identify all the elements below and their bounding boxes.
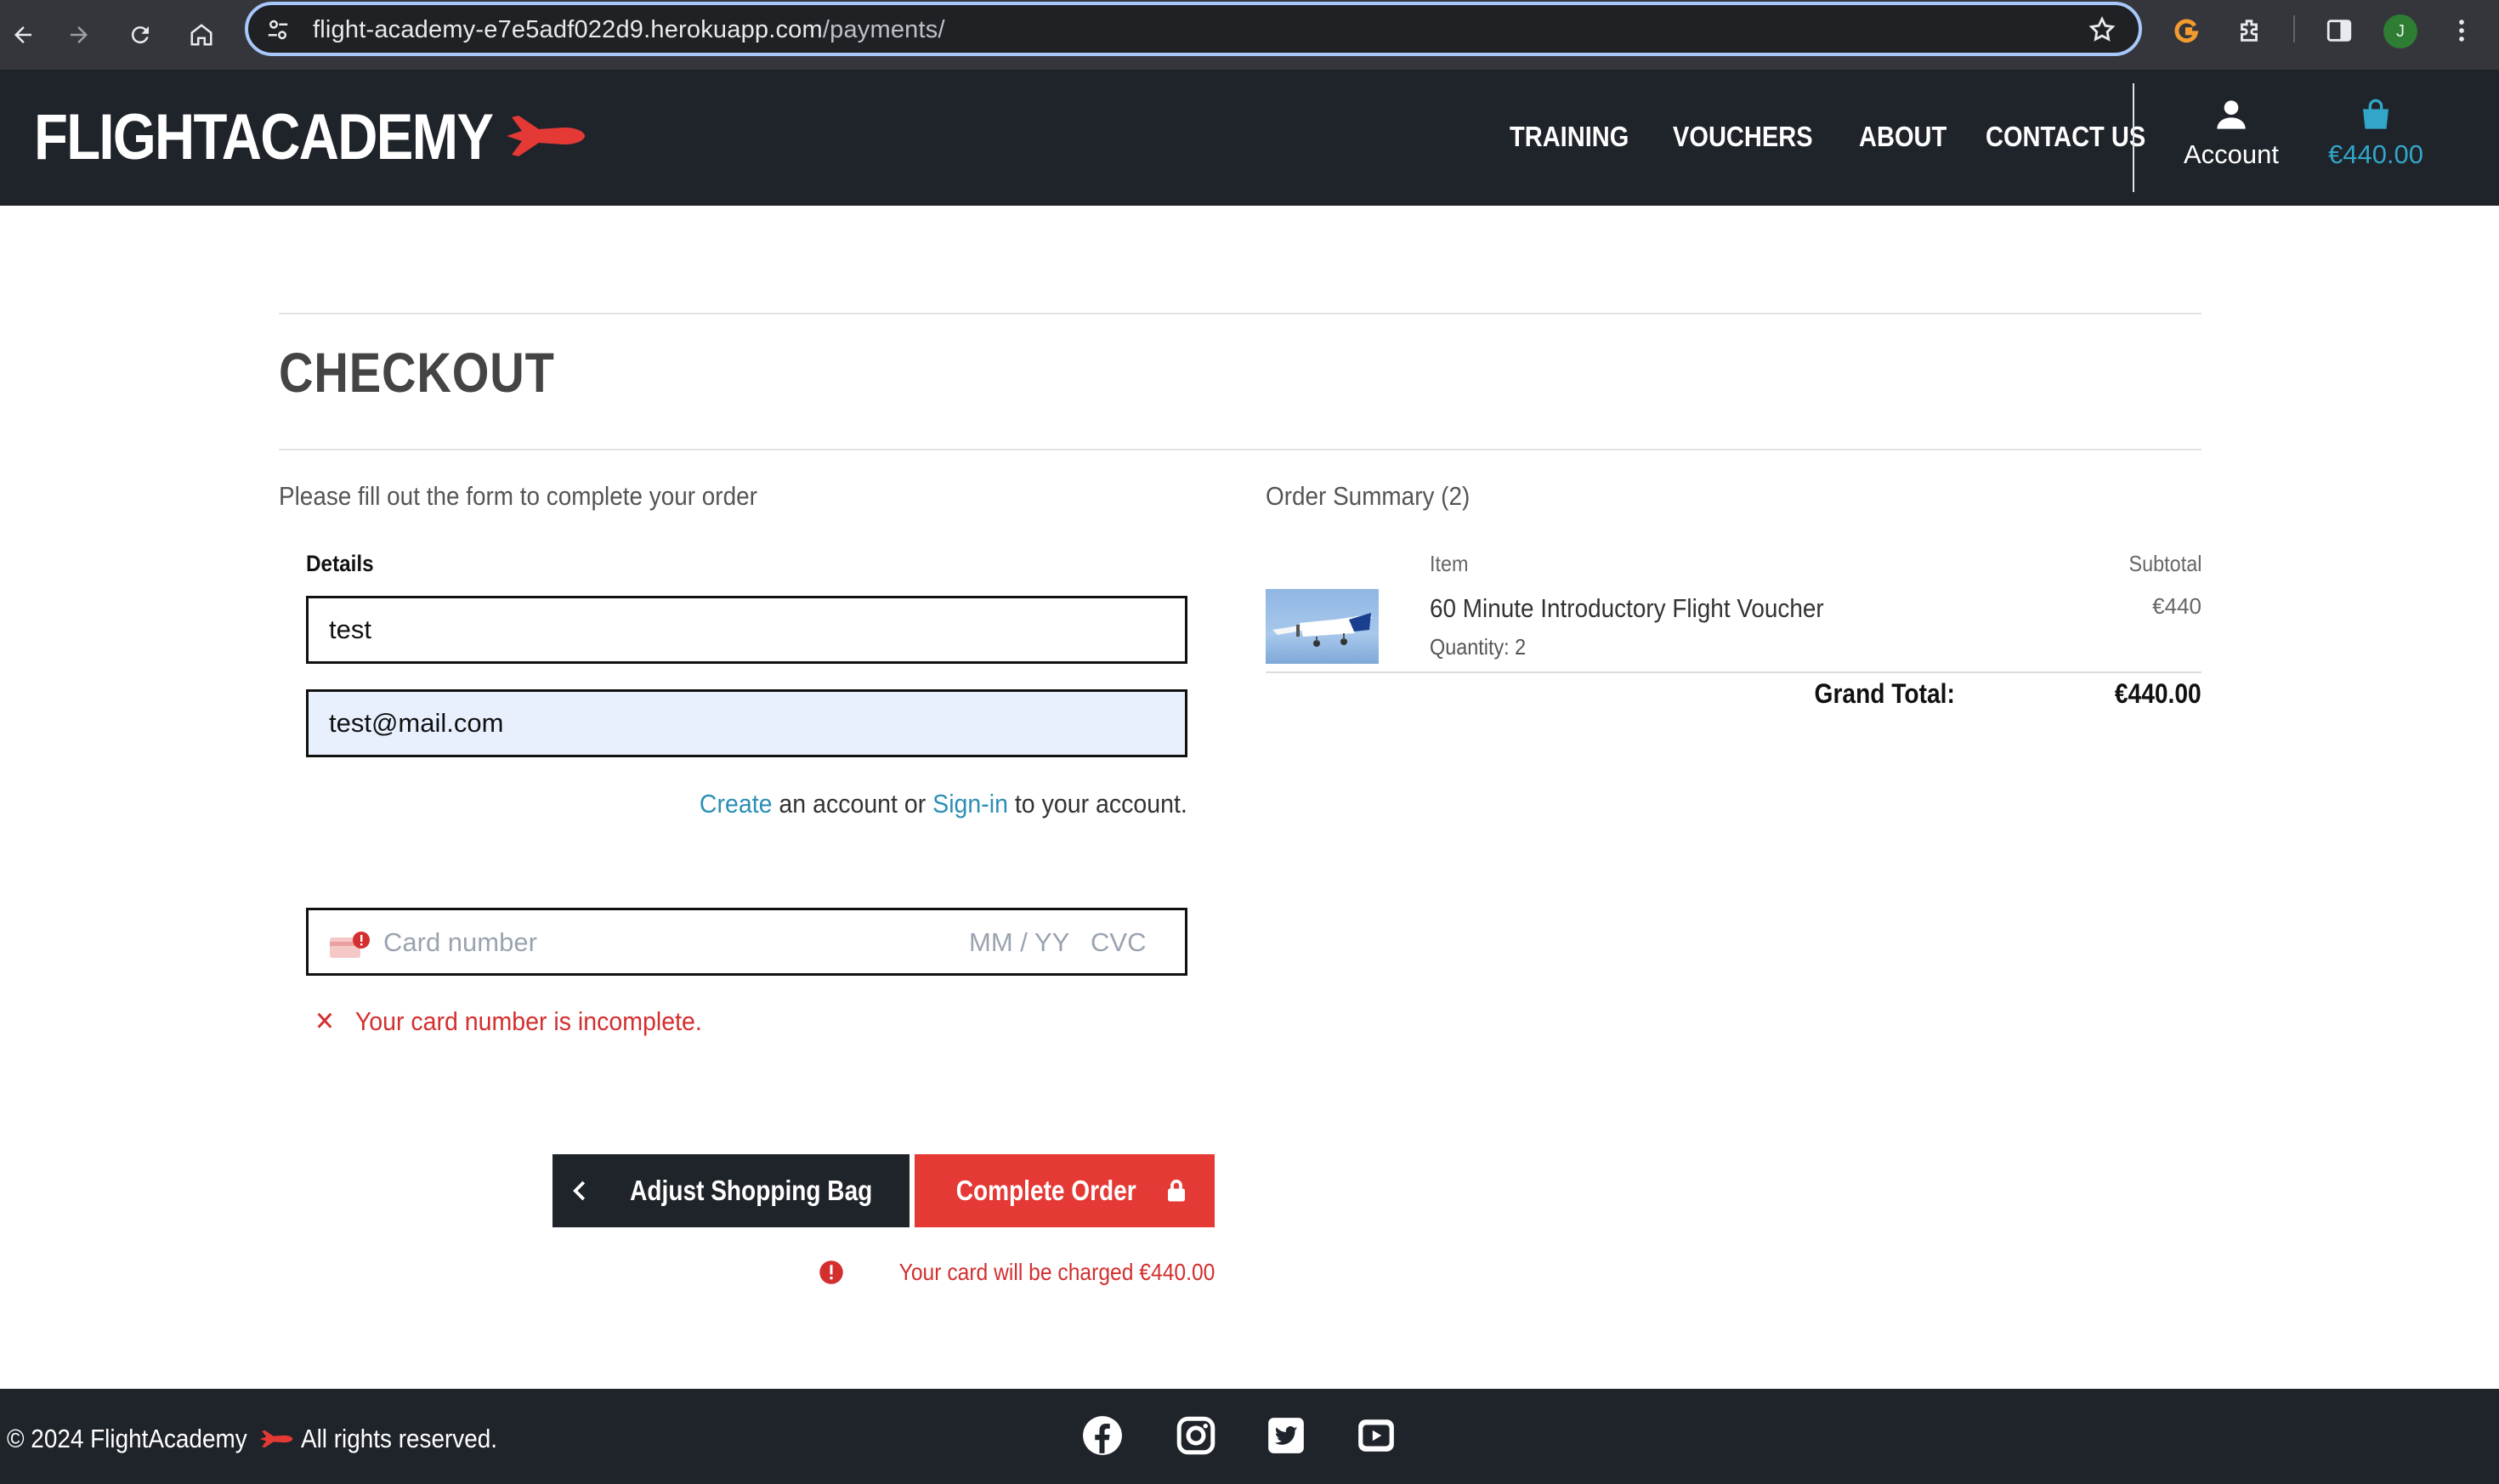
copyright-post: All rights reserved. bbox=[301, 1424, 498, 1453]
complete-order-label: Complete Order bbox=[955, 1175, 1136, 1206]
adjust-bag-button[interactable]: Adjust Shopping Bag bbox=[552, 1154, 910, 1227]
reload-icon bbox=[131, 26, 149, 44]
card-element[interactable]: Card number MM / YY CVC bbox=[306, 908, 1187, 976]
nav-vouchers[interactable]: VOUCHERS bbox=[1673, 121, 1813, 153]
summary-divider bbox=[1266, 671, 2202, 673]
site-header: FLIGHTACADEMY TRAINING VOUCHERS ABOUT CO… bbox=[0, 70, 2499, 206]
url-path: /payments/ bbox=[822, 16, 945, 43]
full-name-input[interactable]: test bbox=[306, 596, 1187, 664]
header-divider bbox=[2133, 83, 2134, 192]
facebook-icon bbox=[1083, 1416, 1122, 1455]
kebab-menu-icon bbox=[2459, 20, 2464, 42]
charge-warning: Your card will be charged €440.00 bbox=[819, 1259, 1215, 1286]
top-divider bbox=[279, 313, 2202, 314]
youtube-link[interactable] bbox=[1355, 1414, 1397, 1457]
shopping-bag-link[interactable]: €440.00 bbox=[2320, 97, 2431, 170]
create-account-link[interactable]: Create bbox=[700, 789, 773, 818]
account-prompt: Create an account or Sign-in to your acc… bbox=[700, 789, 1187, 819]
url-text: flight-academy-e7e5adf022d9.herokuapp.co… bbox=[313, 16, 945, 44]
bag-total: €440.00 bbox=[2327, 139, 2424, 169]
toolbar-separator bbox=[2293, 15, 2295, 42]
main-nav: TRAINING VOUCHERS ABOUT CONTACT US bbox=[1510, 121, 2195, 153]
address-bar[interactable]: flight-academy-e7e5adf022d9.herokuapp.co… bbox=[245, 2, 2142, 56]
shopping-bag-icon bbox=[2363, 99, 2388, 129]
g-extension-icon bbox=[2174, 19, 2199, 43]
card-errors: ✕ Your card number is incomplete. bbox=[314, 1006, 702, 1037]
card-cvc-placeholder[interactable]: CVC bbox=[1091, 927, 1146, 958]
instagram-link[interactable] bbox=[1175, 1414, 1217, 1457]
forward-button[interactable] bbox=[56, 12, 102, 58]
reload-button[interactable] bbox=[117, 12, 163, 58]
exclamation-circle-icon bbox=[819, 1260, 843, 1284]
card-expiry-placeholder[interactable]: MM / YY bbox=[969, 927, 1069, 958]
grand-total-value: €440.00 bbox=[2115, 678, 2202, 709]
title-divider bbox=[279, 449, 2202, 450]
chevron-left-icon bbox=[573, 1181, 586, 1201]
site-footer: © 2024 FlightAcademy All rights reserved… bbox=[0, 1389, 2499, 1484]
nav-about[interactable]: ABOUT bbox=[1859, 121, 1946, 153]
details-legend: Details bbox=[306, 551, 374, 576]
airplane-photo bbox=[1272, 613, 1373, 647]
copyright-pre: © 2024 FlightAcademy bbox=[7, 1424, 247, 1453]
browser-toolbar: flight-academy-e7e5adf022d9.herokuapp.co… bbox=[0, 0, 2499, 70]
card-error-text: Your card number is incomplete. bbox=[354, 1006, 702, 1036]
lock-icon bbox=[1168, 1179, 1186, 1202]
twitter-icon bbox=[1268, 1418, 1304, 1453]
item-quantity: Quantity: 2 bbox=[1430, 634, 1527, 660]
form-intro: Please fill out the form to complete you… bbox=[279, 481, 757, 511]
nav-training[interactable]: TRAINING bbox=[1510, 121, 1629, 153]
home-button[interactable] bbox=[178, 12, 224, 58]
user-icon bbox=[2217, 100, 2246, 129]
youtube-icon bbox=[1358, 1419, 1394, 1452]
arrow-left-icon bbox=[14, 26, 31, 43]
page-title: CHECKOUT bbox=[279, 341, 555, 404]
col-item-header: Item bbox=[1430, 551, 1469, 576]
card-number-placeholder[interactable]: Card number bbox=[383, 927, 537, 958]
account-prompt-middle: an account or bbox=[772, 789, 933, 818]
email-input[interactable]: test@mail.com bbox=[306, 689, 1187, 757]
extension-g-button[interactable] bbox=[2168, 12, 2205, 49]
side-panel-icon bbox=[2326, 20, 2352, 42]
twitter-link[interactable] bbox=[1265, 1414, 1307, 1457]
facebook-link[interactable] bbox=[1081, 1414, 1124, 1457]
adjust-bag-label: Adjust Shopping Bag bbox=[630, 1175, 873, 1206]
profile-avatar[interactable]: J bbox=[2383, 14, 2417, 48]
side-panel-button[interactable] bbox=[2320, 12, 2358, 49]
signin-link[interactable]: Sign-in bbox=[932, 789, 1008, 818]
site-logo[interactable]: FLIGHTACADEMY bbox=[34, 100, 494, 174]
item-name: 60 Minute Introductory Flight Voucher bbox=[1430, 593, 1824, 623]
browser-menu-button[interactable] bbox=[2443, 12, 2480, 49]
airplane-logo-icon bbox=[507, 116, 585, 156]
arrow-right-icon bbox=[71, 26, 88, 43]
home-icon bbox=[190, 24, 212, 46]
order-summary-title: Order Summary (2) bbox=[1266, 481, 1470, 511]
x-icon: ✕ bbox=[314, 1006, 335, 1036]
product-thumbnail[interactable] bbox=[1266, 589, 1379, 664]
charge-warning-text: Your card will be charged €440.00 bbox=[898, 1259, 1215, 1285]
account-link[interactable]: Account bbox=[2176, 97, 2286, 170]
site-settings-icon[interactable] bbox=[265, 17, 291, 42]
card-error-icon bbox=[330, 932, 370, 958]
puzzle-icon bbox=[2241, 20, 2258, 42]
col-subtotal-header: Subtotal bbox=[2128, 551, 2202, 576]
grand-total-label: Grand Total: bbox=[1814, 678, 1955, 709]
back-button[interactable] bbox=[0, 12, 46, 58]
bookmark-star-icon[interactable] bbox=[2088, 15, 2116, 44]
airplane-icon bbox=[259, 1430, 293, 1448]
account-label: Account bbox=[2183, 139, 2279, 169]
extensions-button[interactable] bbox=[2230, 12, 2268, 49]
instagram-icon bbox=[1176, 1416, 1216, 1455]
copyright: © 2024 FlightAcademy All rights reserved… bbox=[7, 1421, 519, 1457]
complete-order-button[interactable]: Complete Order bbox=[915, 1154, 1215, 1227]
item-subtotal: €440 bbox=[2152, 593, 2202, 619]
nav-contact[interactable]: CONTACT US bbox=[1986, 121, 2145, 153]
url-host: flight-academy-e7e5adf022d9.herokuapp.co… bbox=[313, 16, 823, 43]
account-prompt-end: to your account. bbox=[1008, 789, 1187, 818]
